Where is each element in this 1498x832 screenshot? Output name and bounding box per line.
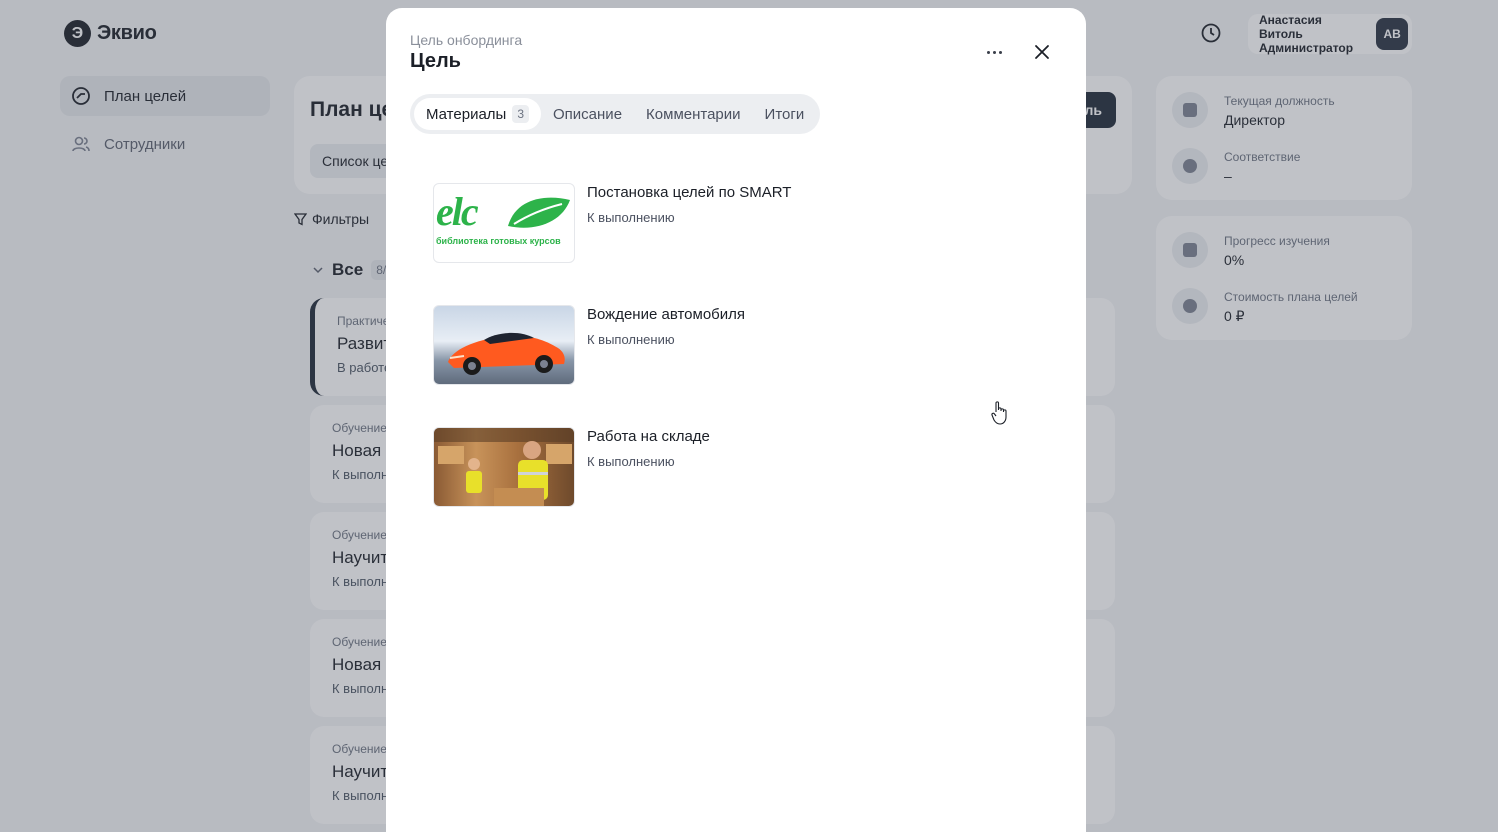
more-options-icon[interactable] xyxy=(980,38,1008,66)
material-status: К выполнению xyxy=(587,454,675,469)
hand-cursor-icon xyxy=(991,401,1007,425)
material-title: Вождение автомобиля xyxy=(587,306,746,323)
elc-caption: библиотека готовых курсов xyxy=(436,236,561,246)
material-title: Постановка целей по SMART xyxy=(587,184,792,201)
material-info: Постановка целей по SMART К выполнению xyxy=(587,183,791,263)
material-info: Работа на складе К выполнению xyxy=(587,427,710,507)
material-status: К выполнению xyxy=(587,210,675,225)
material-thumbnail-elc: elc библиотека готовых курсов xyxy=(433,183,575,263)
material-title: Работа на складе xyxy=(587,428,710,445)
warehouse-workers-image xyxy=(434,428,574,506)
modal-title: Цель xyxy=(410,50,461,72)
leaf-icon xyxy=(508,197,570,228)
tab-results[interactable]: Итоги xyxy=(753,98,817,130)
material-thumbnail-warehouse xyxy=(433,427,575,507)
goal-modal: Цель онбординга Цель Материалы 3 Описани… xyxy=(386,8,1086,832)
material-status: К выполнению xyxy=(587,332,675,347)
modal-subtitle: Цель онбординга xyxy=(410,32,523,48)
material-info: Вождение автомобиля К выполнению xyxy=(587,305,745,385)
modal-tabs: Материалы 3 Описание Комментарии Итоги xyxy=(410,94,821,134)
tab-label: Материалы xyxy=(426,105,507,123)
material-item[interactable]: Работа на складе К выполнению xyxy=(433,427,1033,507)
tab-count-badge: 3 xyxy=(512,105,530,123)
sports-car-image xyxy=(448,332,565,375)
material-item[interactable]: Вождение автомобиля К выполнению xyxy=(433,305,1033,385)
tab-materials[interactable]: Материалы 3 xyxy=(414,98,542,130)
material-thumbnail-car xyxy=(433,305,575,385)
elc-logo: elc xyxy=(436,189,479,234)
close-icon[interactable] xyxy=(1028,38,1056,66)
tab-comments[interactable]: Комментарии xyxy=(634,98,752,130)
material-item[interactable]: elc библиотека готовых курсов Постановка… xyxy=(433,183,1033,263)
tab-description[interactable]: Описание xyxy=(541,98,634,130)
